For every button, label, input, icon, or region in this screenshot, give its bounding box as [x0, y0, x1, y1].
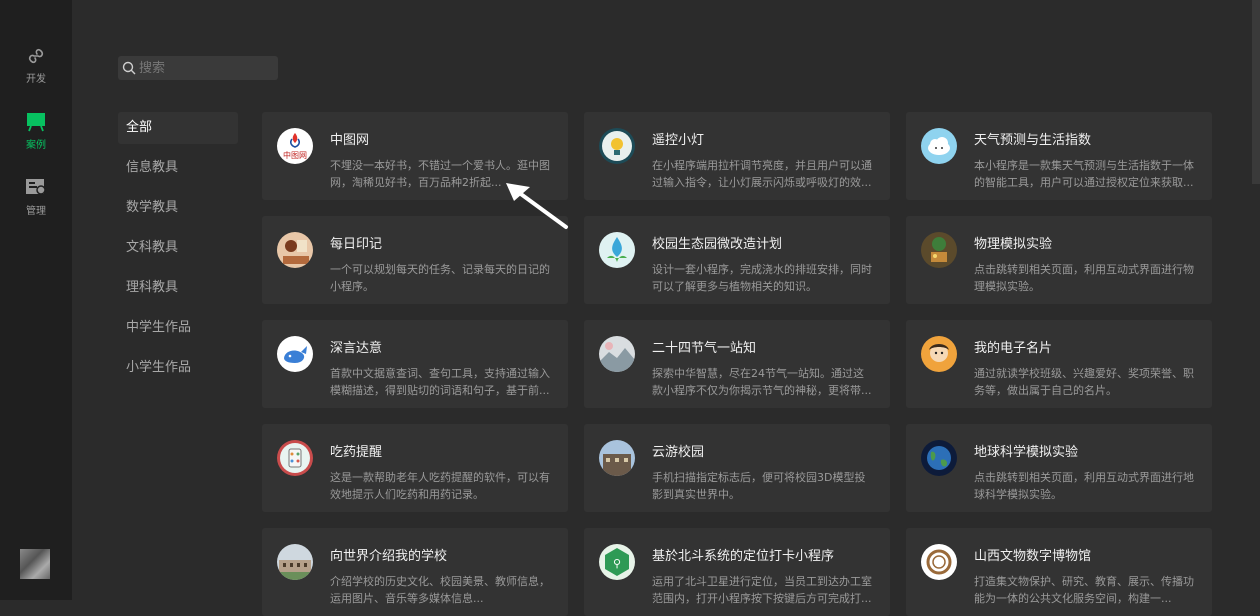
physics-experiment-icon: [921, 232, 957, 268]
case-card[interactable]: 吃药提醒 这是一款帮助老年人吃药提醒的软件，可以有效地提示人们吃药和用药记录。: [262, 424, 568, 512]
category-arts-tools[interactable]: 文科教具: [118, 232, 238, 264]
card-title: 遥控小灯: [652, 133, 705, 148]
card-description: 介绍学校的历史文化、校园美景、教师信息，运用图片、音乐等多媒体信息...: [330, 575, 550, 605]
case-card[interactable]: 天气预测与生活指数 本小程序是一款集天气预测与生活指数于一体的智能工具，用户可以…: [906, 112, 1212, 200]
zhongtu-logo-icon: 中图网: [277, 128, 313, 164]
category-primary-school-works[interactable]: 小学生作品: [118, 352, 238, 384]
case-card[interactable]: 地球科学模拟实验 点击跳转到相关页面，利用互动式界面进行地球科学模拟实验。: [906, 424, 1212, 512]
card-title: 山西文物数字博物馆: [974, 549, 1092, 564]
card-title: 我的电子名片: [974, 341, 1053, 356]
campus-building-icon: [599, 440, 635, 476]
card-description: 首款中文据意查词、查句工具，支持通过输入模糊描述，得到贴切的词语和句子，基于前.…: [330, 367, 550, 397]
left-nav-rail: 开发 案例 管理: [0, 0, 72, 600]
case-card[interactable]: 物理模拟实验 点击跳转到相关页面，利用互动式界面进行物理模拟实验。: [906, 216, 1212, 304]
card-description: 手机扫描指定标志后，便可将校园3D模型投影到真实世界中。: [652, 471, 866, 501]
case-card[interactable]: 校园生态园微改造计划 设计一套小程序，完成浇水的排班安排，同时可以了解更多与植物…: [584, 216, 890, 304]
category-math-tools[interactable]: 数学教具: [118, 192, 238, 224]
card-description: 本小程序是一款集天气预测与生活指数于一体的智能工具，用户可以通过授权定位来获取.…: [974, 159, 1194, 189]
card-description: 探索中华智慧，尽在24节气一站知。通过这款小程序不仅为你揭示节气的神秘，更将带.…: [652, 367, 872, 397]
case-card[interactable]: 云游校园 手机扫描指定标志后，便可将校园3D模型投影到真实世界中。: [584, 424, 890, 512]
nav-item-label: 案例: [26, 140, 46, 151]
avatar[interactable]: [20, 549, 50, 579]
case-card[interactable]: 深言达意 首款中文据意查词、查句工具，支持通过输入模糊描述，得到贴切的词语和句子…: [262, 320, 568, 408]
search-box[interactable]: [118, 56, 278, 80]
nav-item-label: 管理: [26, 206, 46, 217]
card-title: 基於北斗系统的定位打卡小程序: [652, 549, 835, 564]
search-input[interactable]: [139, 56, 269, 80]
diary-girl-icon: [277, 232, 313, 268]
card-description: 运用了北斗卫星进行定位，当员工到达办工室范围内，打开小程序按下按键后方可完成打.…: [652, 575, 872, 605]
card-description: 设计一套小程序，完成浇水的排班安排，同时可以了解更多与植物相关的知识。: [652, 263, 872, 293]
business-card-avatar-icon: [921, 336, 957, 372]
card-title: 向世界介绍我的学校: [330, 549, 448, 564]
card-title: 每日印记: [330, 237, 383, 252]
case-card[interactable]: 山西文物数字博物馆 打造集文物保护、研究、教育、展示、传播功能为一体的公共文化服…: [906, 528, 1212, 616]
search-icon: [122, 61, 136, 75]
card-description: 点击跳转到相关页面，利用互动式界面进行物理模拟实验。: [974, 263, 1194, 293]
case-card[interactable]: 二十四节气一站知 探索中华智慧，尽在24节气一站知。通过这款小程序不仅为你揭示节…: [584, 320, 890, 408]
weather-cloud-icon: [921, 128, 957, 164]
card-description: 点击跳转到相关页面，利用互动式界面进行地球科学模拟实验。: [974, 471, 1194, 501]
whale-icon: [277, 336, 313, 372]
lamp-icon: [599, 128, 635, 164]
pointer-arrow-icon: [506, 183, 568, 229]
card-title: 物理模拟实验: [974, 237, 1053, 252]
beidou-location-icon: ⚲: [599, 544, 635, 580]
category-info-tools[interactable]: 信息教具: [118, 152, 238, 184]
link-icon: [28, 48, 44, 64]
card-title: 二十四节气一站知: [652, 341, 757, 356]
case-card[interactable]: ⚲ 基於北斗系统的定位打卡小程序 运用了北斗卫星进行定位，当员工到达办工室范围内…: [584, 528, 890, 616]
card-title: 天气预测与生活指数: [974, 133, 1092, 148]
case-card[interactable]: 我的电子名片 通过就读学校班级、兴趣爱好、奖项荣誉、职务等，做出属于自己的名片。: [906, 320, 1212, 408]
case-card[interactable]: 遥控小灯 在小程序端用拉杆调节亮度，并且用户可以通过输入指令，让小灯展示闪烁或呼…: [584, 112, 890, 200]
nav-item-develop[interactable]: 开发: [0, 46, 72, 85]
card-title: 中图网: [330, 133, 370, 148]
pill-box-icon: [277, 440, 313, 476]
manage-icon: [26, 179, 46, 195]
nav-item-manage[interactable]: 管理: [0, 178, 72, 217]
case-card[interactable]: 向世界介绍我的学校 介绍学校的历史文化、校园美景、教师信息，运用图片、音乐等多媒…: [262, 528, 568, 616]
card-description: 这是一款帮助老年人吃药提醒的软件，可以有效地提示人们吃药和用药记录。: [330, 471, 550, 501]
nav-item-cases[interactable]: 案例: [0, 112, 72, 151]
card-title: 吃药提醒: [330, 445, 383, 460]
svg-text:⚲: ⚲: [613, 557, 621, 570]
card-description: 打造集文物保护、研究、教育、展示、传播功能为一体的公共文化服务空间，构建一...: [974, 575, 1194, 605]
card-description: 通过就读学校班级、兴趣爱好、奖项荣誉、职务等，做出属于自己的名片。: [974, 367, 1194, 397]
category-all[interactable]: 全部: [118, 112, 238, 144]
earth-globe-icon: [921, 440, 957, 476]
card-description: 一个可以规划每天的任务、记录每天的日记的小程序。: [330, 263, 550, 293]
card-title: 云游校园: [652, 445, 705, 460]
water-drop-plant-icon: [599, 232, 635, 268]
category-middle-school-works[interactable]: 中学生作品: [118, 312, 238, 344]
museum-relic-icon: [921, 544, 957, 580]
category-science-tools[interactable]: 理科教具: [118, 272, 238, 304]
nav-item-label: 开发: [26, 74, 46, 85]
solar-terms-landscape-icon: [599, 336, 635, 372]
card-title: 深言达意: [330, 341, 383, 356]
case-icon: [27, 113, 45, 132]
card-description: 在小程序端用拉杆调节亮度，并且用户可以通过输入指令，让小灯展示闪烁或呼吸灯的效.…: [652, 159, 872, 189]
scrollbar[interactable]: [1252, 0, 1260, 184]
school-photo-icon: [277, 544, 313, 580]
card-title: 地球科学模拟实验: [974, 445, 1079, 460]
card-title: 校园生态园微改造计划: [652, 237, 783, 252]
svg-text:中图网: 中图网: [283, 150, 307, 160]
